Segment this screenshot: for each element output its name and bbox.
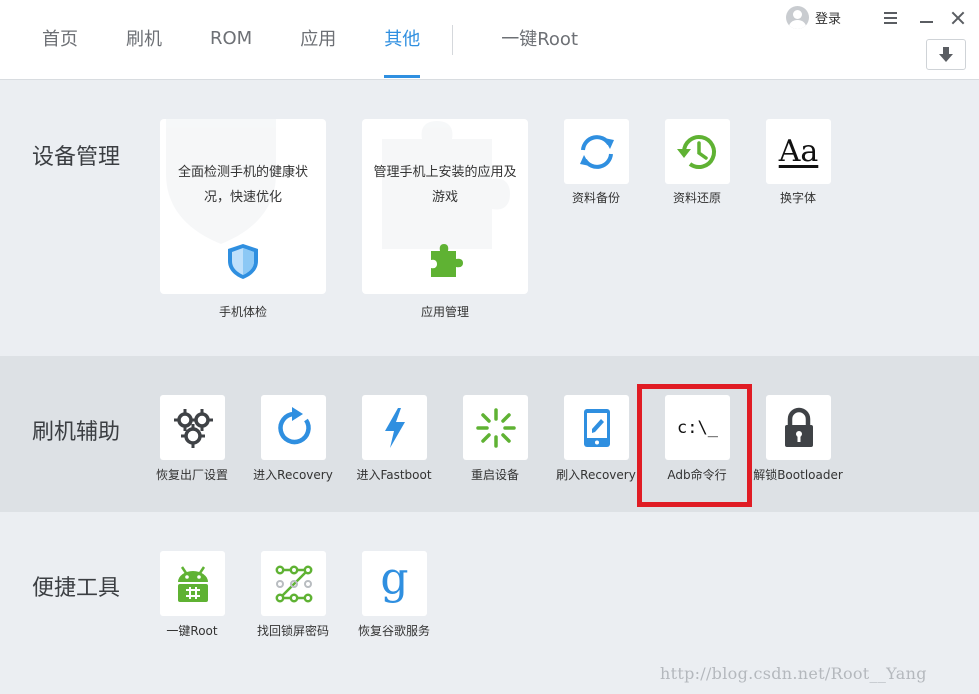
pattern-lock-icon xyxy=(275,565,312,602)
flash-recovery-button[interactable] xyxy=(564,395,629,460)
puzzle-icon xyxy=(431,244,463,277)
user-avatar-icon xyxy=(786,6,809,29)
close-icon[interactable] xyxy=(948,8,968,28)
change-font-button[interactable]: Aa xyxy=(766,119,831,184)
font-icon: Aa xyxy=(778,134,819,169)
tab-home[interactable]: 首页 xyxy=(18,0,102,78)
section-title-tools: 便捷工具 xyxy=(32,576,121,601)
watermark-text: http://blog.csdn.net/Root__Yang xyxy=(660,664,927,683)
tab-flash[interactable]: 刷机 xyxy=(102,0,186,78)
download-arrow-icon xyxy=(939,46,953,62)
device-management-section: 设备管理 全面检测手机的健康状况，快速优化 管理手机上安装的应用及游戏 手机体检… xyxy=(0,81,979,356)
google-icon: g xyxy=(380,553,409,604)
login-label: 登录 xyxy=(815,12,842,27)
app-management-card[interactable]: 管理手机上安装的应用及游戏 xyxy=(362,119,528,294)
restore-button[interactable] xyxy=(665,119,730,184)
change-font-label: 换字体 xyxy=(779,191,816,205)
loading-spinner-icon xyxy=(475,407,516,448)
sync-icon xyxy=(579,134,614,169)
shield-icon xyxy=(228,244,258,279)
app-management-label: 应用管理 xyxy=(420,305,469,319)
restore-google-services-button[interactable]: g xyxy=(362,551,427,616)
recover-lock-password-button[interactable] xyxy=(261,551,326,616)
enter-recovery-button[interactable] xyxy=(261,395,326,460)
padlock-icon xyxy=(784,407,813,447)
menu-icon[interactable] xyxy=(880,8,900,28)
refresh-icon xyxy=(277,406,311,444)
tab-apps[interactable]: 应用 xyxy=(276,0,360,78)
reboot-device-button[interactable] xyxy=(463,395,528,460)
android-icon xyxy=(177,565,208,602)
phone-checkup-label: 手机体检 xyxy=(218,305,267,319)
tablet-edit-icon xyxy=(583,408,610,447)
gears-icon xyxy=(173,408,213,448)
unlock-bootloader-label: 解锁Bootloader xyxy=(753,468,843,482)
section-title-device: 设备管理 xyxy=(32,145,121,170)
tab-rom[interactable]: ROM xyxy=(186,0,276,78)
app-management-desc: 管理手机上安装的应用及游戏 xyxy=(373,165,517,205)
lightning-icon xyxy=(384,407,405,448)
top-bar: 首页 刷机 ROM 应用 其他 一键Root 登录 xyxy=(0,0,979,80)
restore-clock-icon xyxy=(676,134,716,169)
login-button[interactable]: 登录 xyxy=(786,6,841,29)
phone-checkup-card[interactable]: 全面检测手机的健康状况，快速优化 xyxy=(160,119,326,294)
backup-button[interactable] xyxy=(564,119,629,184)
unlock-bootloader-button[interactable] xyxy=(766,395,831,460)
nav-divider xyxy=(452,25,454,55)
minimize-icon[interactable] xyxy=(916,8,936,28)
download-button[interactable] xyxy=(926,39,966,70)
tab-other[interactable]: 其他 xyxy=(360,0,444,78)
tab-one-click-root[interactable]: 一键Root xyxy=(477,0,602,78)
flash-helper-section: 刷机辅助 恢复出厂设置 进入Recovery 进入Fastboot 重启设备 刷… xyxy=(0,356,979,512)
phone-checkup-desc: 全面检测手机的健康状况，快速优化 xyxy=(177,165,308,205)
main-nav: 首页 刷机 ROM 应用 其他 一键Root xyxy=(18,0,602,80)
restore-google-services-label: 恢复谷歌服务 xyxy=(357,624,430,638)
enter-fastboot-button[interactable] xyxy=(362,395,427,460)
factory-reset-button[interactable] xyxy=(160,395,225,460)
section-title-flash: 刷机辅助 xyxy=(32,420,121,445)
highlight-box xyxy=(637,384,752,507)
one-click-root-button[interactable] xyxy=(160,551,225,616)
